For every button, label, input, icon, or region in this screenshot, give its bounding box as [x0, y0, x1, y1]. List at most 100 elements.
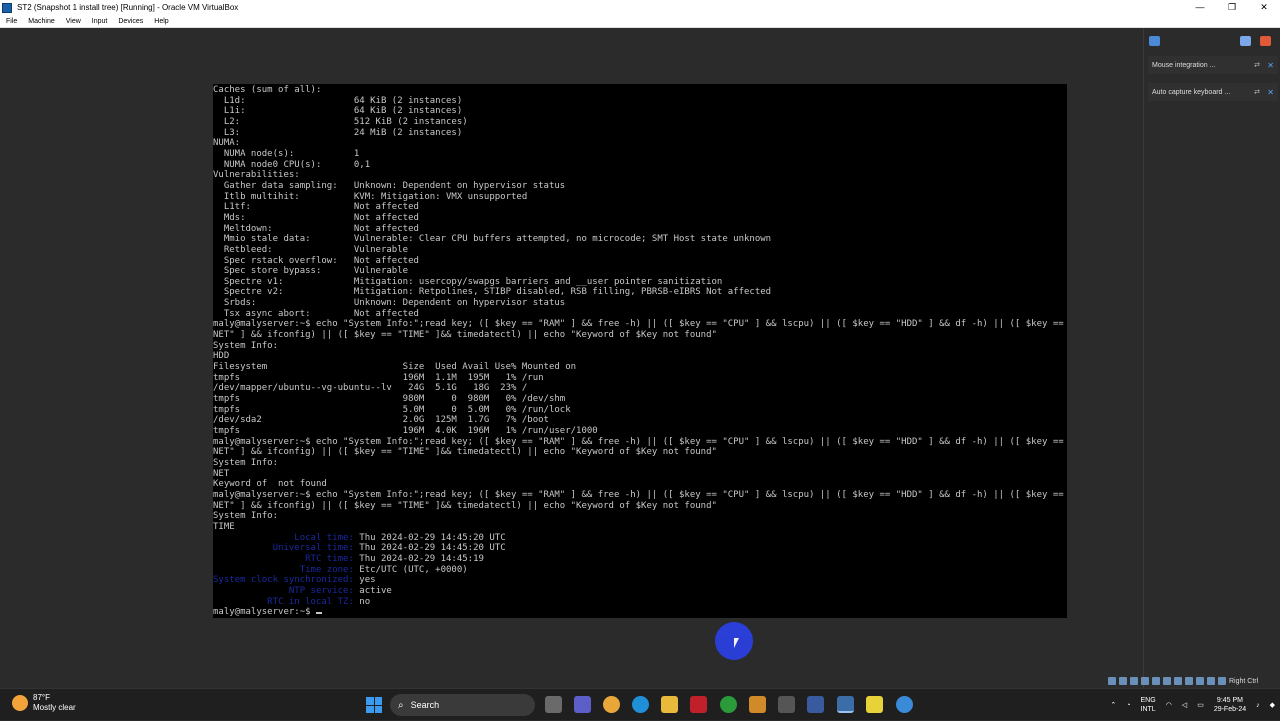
menu-help[interactable]: Help — [148, 18, 173, 25]
terminal-line: Spectre v2: Mitigation: Retpolines, STIB… — [213, 287, 772, 298]
cpu-icon[interactable] — [1196, 677, 1204, 685]
keyboard-icon[interactable] — [1218, 677, 1226, 685]
terminal-line: tmpfs 5.0M 0 5.0M 0% /run/lock — [213, 404, 571, 415]
terminal-line: /dev/mapper/ubuntu--vg-ubuntu--lv 24G 5.… — [213, 383, 528, 394]
virtualbox-icon — [2, 2, 12, 13]
tools-icon[interactable] — [749, 696, 766, 713]
copilot-icon[interactable]: ◆ — [1270, 701, 1275, 710]
taskbar-search-box[interactable]: ⌕ Search — [390, 694, 535, 716]
notification-mouse-integration[interactable]: Mouse integration ... ⇄ ✕ — [1148, 56, 1278, 74]
dismiss-icon[interactable]: ✕ — [1267, 88, 1274, 97]
network-icon[interactable] — [1141, 677, 1149, 685]
timedatectl-value: Thu 2024-02-29 14:45:19 — [353, 553, 484, 564]
windows-logo-icon — [366, 697, 374, 705]
clock-date: 29-Feb-24 — [1213, 706, 1247, 713]
terminal-line: HDD — [213, 351, 230, 362]
active-app-icon[interactable] — [837, 696, 854, 713]
audio-icon[interactable] — [1130, 677, 1138, 685]
timedatectl-value: Thu 2024-02-29 14:45:20 UTC — [353, 532, 506, 543]
timedatectl-label: NTP service: — [213, 585, 354, 596]
notification-label: Mouse integration ... — [1152, 61, 1216, 69]
terminal-line: Filesystem Size Used Avail Use% Mounted … — [213, 362, 577, 373]
recording-icon[interactable] — [1185, 677, 1193, 685]
timedatectl-row: Universal time: Thu 2024-02-29 14:45:20 … — [213, 543, 1067, 554]
settings-icon[interactable] — [1260, 36, 1271, 46]
menu-input[interactable]: Input — [86, 18, 113, 25]
window-titlebar: ST2 (Snapshot 1 install tree) [Running] … — [0, 0, 1280, 15]
wifi-icon[interactable]: ◠ — [1166, 701, 1172, 710]
terminal-line: Spec store bypass: Vulnerable — [213, 266, 409, 277]
notification-bell-icon[interactable]: ♪ — [1256, 701, 1260, 710]
start-button[interactable] — [366, 697, 382, 713]
timedatectl-value: yes — [353, 575, 376, 586]
terminal-line: NUMA node0 CPU(s): 0,1 — [213, 159, 371, 170]
timedatectl-value: Thu 2024-02-29 14:45:20 UTC — [353, 543, 506, 554]
terminal-prompt[interactable]: maly@malyserver:~$ — [213, 607, 1067, 618]
menu-machine[interactable]: Machine — [22, 18, 59, 25]
host-key-label: Right Ctrl — [1229, 677, 1259, 685]
task-view-icon[interactable] — [545, 696, 562, 713]
info-icon[interactable]: ⇄ — [1254, 61, 1260, 69]
teams-icon[interactable] — [574, 696, 591, 713]
shared-folders-icon[interactable] — [1163, 677, 1171, 685]
hard-disk-icon[interactable] — [1108, 677, 1116, 685]
battery-icon[interactable]: ▭ — [1197, 701, 1204, 710]
chrome-icon[interactable] — [603, 696, 620, 713]
menu-file[interactable]: File — [0, 18, 22, 25]
optical-drive-icon[interactable] — [1119, 677, 1127, 685]
language-indicator[interactable]: ENG INTL — [1141, 696, 1156, 714]
terminal-line: NET" ] && ifconfig) || ([ $key == "TIME"… — [213, 447, 717, 458]
minimize-button[interactable]: — — [1184, 0, 1216, 15]
timedatectl-row: NTP service: active — [213, 586, 1067, 597]
terminal-line: Tsx async abort: Not affected — [213, 308, 419, 319]
mouse-integration-icon[interactable] — [1207, 677, 1215, 685]
terminal-line: Caches (sum of all): — [213, 85, 322, 95]
volume-icon[interactable]: ◁ — [1182, 701, 1187, 710]
notification-auto-capture-keyboard[interactable]: Auto capture keyboard ... ⇄ ✕ — [1148, 83, 1278, 101]
terminal-line: Mmio stale data: Vulnerable: Clear CPU b… — [213, 234, 772, 245]
search-label: Search — [410, 700, 440, 710]
timedatectl-value: no — [353, 596, 371, 607]
xbox-icon[interactable] — [720, 696, 737, 713]
menu-view[interactable]: View — [60, 18, 86, 25]
terminal-line: Itlb multihit: KVM: Mitigation: VMX unsu… — [213, 191, 528, 202]
notification-side-panel: Mouse integration ... ⇄ ✕ Auto capture k… — [1143, 28, 1280, 688]
timedatectl-label: RTC in local TZ: — [213, 596, 354, 607]
timedatectl-row: Local time: Thu 2024-02-29 14:45:20 UTC — [213, 533, 1067, 544]
clock[interactable]: 9:45 PM 29-Feb-24 — [1214, 696, 1246, 714]
timedatectl-row: System clock synchronized: yes — [213, 575, 1067, 586]
tray-overflow-icon[interactable]: ⌃ — [1110, 701, 1116, 710]
terminal-line: NET — [213, 468, 230, 479]
list-icon[interactable] — [1240, 36, 1251, 46]
browser-icon[interactable] — [896, 696, 913, 713]
terminal-line: System Info: — [213, 511, 279, 522]
notes-icon[interactable] — [866, 696, 883, 713]
vm-status-strip: Right Ctrl — [1108, 674, 1280, 688]
edge-icon[interactable] — [632, 696, 649, 713]
terminal-line: System Info: — [213, 340, 279, 351]
maximize-button[interactable]: ❐ — [1216, 0, 1248, 15]
terminal-line: maly@malyserver:~$ echo "System Info:";r… — [213, 436, 1067, 447]
weather-widget[interactable]: 87°F Mostly clear — [12, 693, 76, 713]
menu-devices[interactable]: Devices — [112, 18, 148, 25]
file-explorer-icon[interactable] — [661, 696, 678, 713]
language-label: ENG — [1140, 697, 1156, 704]
tray-app-icon[interactable]: ◔ — [1126, 701, 1130, 710]
terminal-console[interactable]: Caches (sum of all): L1d: 64 KiB (2 inst… — [213, 84, 1067, 618]
display-icon[interactable] — [1174, 677, 1182, 685]
app-icon[interactable] — [690, 696, 707, 713]
editor-icon[interactable] — [778, 696, 795, 713]
timedatectl-value: Etc/UTC (UTC, +0000) — [353, 564, 468, 575]
dismiss-icon[interactable]: ✕ — [1267, 61, 1274, 70]
timedatectl-label: RTC time: — [213, 553, 354, 564]
virtualbox-taskbar-icon[interactable] — [807, 696, 824, 713]
info-icon[interactable]: ⇄ — [1254, 88, 1260, 96]
timedatectl-value: active — [353, 585, 392, 596]
terminal-line: Srbds: Unknown: Dependent on hypervisor … — [213, 298, 566, 309]
panel-toggle-icon[interactable] — [1149, 36, 1160, 46]
timedatectl-label: Time zone: — [213, 564, 354, 575]
menu-bar: File Machine View Input Devices Help — [0, 15, 1280, 28]
close-button[interactable]: ✕ — [1248, 0, 1280, 15]
weather-moon-icon — [12, 695, 28, 711]
usb-icon[interactable] — [1152, 677, 1160, 685]
